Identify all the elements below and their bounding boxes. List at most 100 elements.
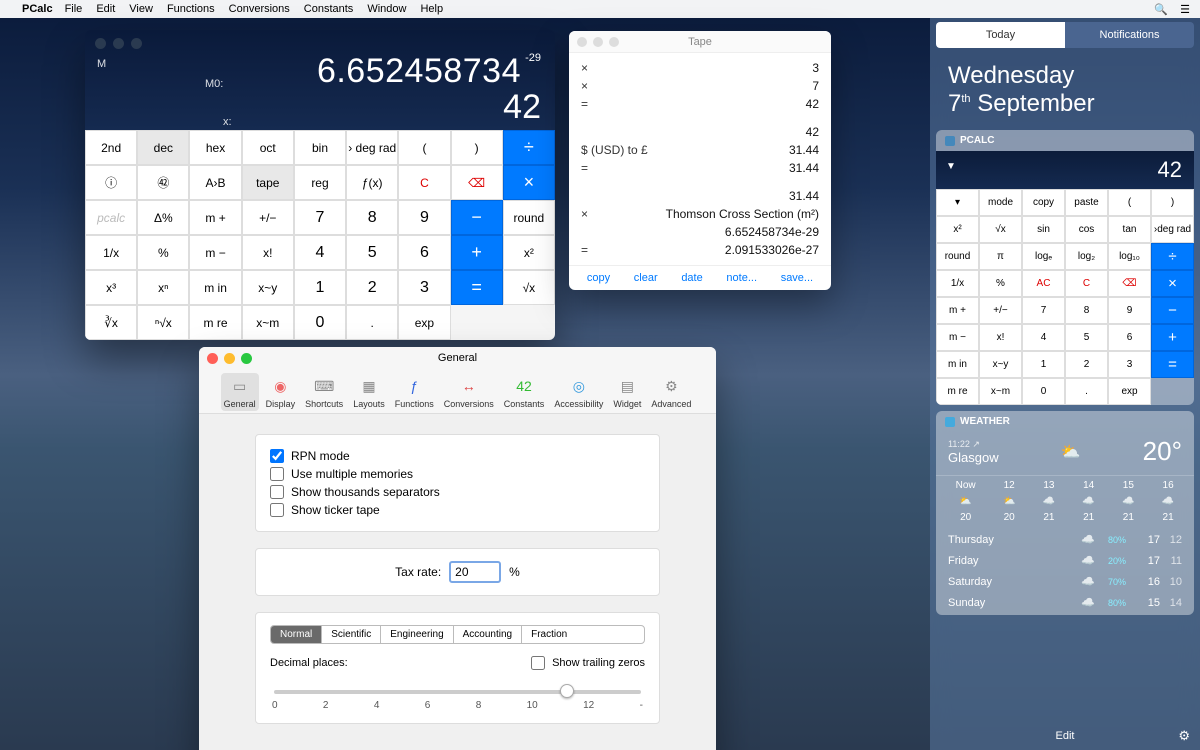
menu-window[interactable]: Window <box>367 3 406 15</box>
menu-constants[interactable]: Constants <box>304 3 354 15</box>
key-.[interactable]: . <box>346 305 398 340</box>
key-bin[interactable]: bin <box>294 130 346 165</box>
menu-file[interactable]: File <box>65 3 83 15</box>
key-2[interactable]: 2 <box>346 270 398 305</box>
key-› deg rad[interactable]: › deg rad <box>346 130 398 165</box>
menu-conversions[interactable]: Conversions <box>229 3 290 15</box>
key-%[interactable]: % <box>137 235 189 270</box>
mini-key-exp[interactable]: exp <box>1108 378 1151 405</box>
key-Δ%[interactable]: Δ% <box>137 200 189 235</box>
key-x~y[interactable]: x~y <box>242 270 294 305</box>
prefs-tab-general[interactable]: ▭General <box>221 373 259 411</box>
mini-key-1/x[interactable]: 1/x <box>936 270 979 297</box>
mini-key-√x[interactable]: √x <box>979 216 1022 243</box>
mini-key-tan[interactable]: tan <box>1108 216 1151 243</box>
mini-key-9[interactable]: 9 <box>1108 297 1151 324</box>
key-5[interactable]: 5 <box>346 235 398 270</box>
mini-key-copy[interactable]: copy <box>1022 189 1065 216</box>
notification-center-icon[interactable]: ☰ <box>1180 3 1190 16</box>
trailing-zeros-checkbox[interactable] <box>531 656 545 670</box>
key-x²[interactable]: x² <box>503 235 555 270</box>
mini-key-−[interactable]: − <box>1151 297 1194 324</box>
key-x~m[interactable]: x~m <box>242 305 294 340</box>
prefs-tab-constants[interactable]: 42Constants <box>501 373 548 411</box>
mini-key-x~m[interactable]: x~m <box>979 378 1022 405</box>
mini-key-mode[interactable]: mode <box>979 189 1022 216</box>
mini-key-3[interactable]: 3 <box>1108 351 1151 378</box>
mini-key-m −[interactable]: m − <box>936 324 979 351</box>
key-1/x[interactable]: 1/x <box>85 235 137 270</box>
key-x³[interactable]: x³ <box>85 270 137 305</box>
tab-notifications[interactable]: Notifications <box>1065 22 1194 48</box>
menu-edit[interactable]: Edit <box>96 3 115 15</box>
gear-icon[interactable]: ⚙ <box>1178 728 1190 744</box>
prefs-tab-accessibility[interactable]: ◎Accessibility <box>551 373 606 411</box>
key-7[interactable]: 7 <box>294 200 346 235</box>
mini-key-paste[interactable]: paste <box>1065 189 1108 216</box>
decimal-slider[interactable] <box>274 690 641 694</box>
mini-key-m in[interactable]: m in <box>936 351 979 378</box>
key-exp[interactable]: exp <box>398 305 450 340</box>
key-2nd[interactable]: 2nd <box>85 130 137 165</box>
mini-key-×[interactable]: × <box>1151 270 1194 297</box>
prefs-tab-widget[interactable]: ▤Widget <box>610 373 644 411</box>
key-÷[interactable]: ÷ <box>503 130 555 165</box>
prefs-tab-shortcuts[interactable]: ⌨Shortcuts <box>302 373 346 411</box>
checkbox-show-ticker-tape[interactable] <box>270 503 284 517</box>
key-m in[interactable]: m in <box>189 270 241 305</box>
tape-save[interactable]: save... <box>781 272 813 284</box>
spotlight-icon[interactable]: 🔍 <box>1154 3 1168 16</box>
key-oct[interactable]: oct <box>242 130 294 165</box>
menu-view[interactable]: View <box>129 3 153 15</box>
tax-input[interactable] <box>449 561 501 583</box>
menu-functions[interactable]: Functions <box>167 3 215 15</box>
mini-key-5[interactable]: 5 <box>1065 324 1108 351</box>
key-8[interactable]: 8 <box>346 200 398 235</box>
checkbox-rpn-mode[interactable] <box>270 449 284 463</box>
key-m re[interactable]: m re <box>189 305 241 340</box>
window-controls[interactable] <box>207 353 252 364</box>
window-controls[interactable] <box>577 37 619 47</box>
mini-key-=[interactable]: = <box>1151 351 1194 378</box>
key-hex[interactable]: hex <box>189 130 241 165</box>
prefs-tab-display[interactable]: ◉Display <box>263 373 299 411</box>
key-1[interactable]: 1 <box>294 270 346 305</box>
key-6[interactable]: 6 <box>398 235 450 270</box>
mini-key-⌫[interactable]: ⌫ <box>1108 270 1151 297</box>
key-㊷[interactable]: ㊷ <box>137 165 189 200</box>
key-ƒ(x)[interactable]: ƒ(x) <box>346 165 398 200</box>
format-accounting[interactable]: Accounting <box>454 626 522 643</box>
key-0[interactable]: 0 <box>294 305 346 340</box>
mini-key-▾[interactable]: ▾ <box>936 189 979 216</box>
mini-key-sin[interactable]: sin <box>1022 216 1065 243</box>
mini-key-8[interactable]: 8 <box>1065 297 1108 324</box>
menu-help[interactable]: Help <box>420 3 443 15</box>
checkbox-show-thousands-separators[interactable] <box>270 485 284 499</box>
mini-key-log₂[interactable]: log₂ <box>1065 243 1108 270</box>
slider-knob[interactable] <box>560 684 574 698</box>
format-scientific[interactable]: Scientific <box>322 626 381 643</box>
mini-key-.[interactable]: . <box>1065 378 1108 405</box>
prefs-tab-layouts[interactable]: ▦Layouts <box>350 373 388 411</box>
mini-key-2[interactable]: 2 <box>1065 351 1108 378</box>
window-controls[interactable] <box>95 38 142 49</box>
key-reg[interactable]: reg <box>294 165 346 200</box>
key-×[interactable]: × <box>503 165 555 200</box>
checkbox-use-multiple-memories[interactable] <box>270 467 284 481</box>
key-∛x[interactable]: ∛x <box>85 305 137 340</box>
prefs-tab-advanced[interactable]: ⚙Advanced <box>648 373 694 411</box>
key-4[interactable]: 4 <box>294 235 346 270</box>
mini-key-cos[interactable]: cos <box>1065 216 1108 243</box>
mini-key-AC[interactable]: AC <box>1022 270 1065 297</box>
mini-key-([interactable]: ( <box>1108 189 1151 216</box>
mini-key-0[interactable]: 0 <box>1022 378 1065 405</box>
key-A›B[interactable]: A›B <box>189 165 241 200</box>
key-−[interactable]: − <box>451 200 503 235</box>
key-round[interactable]: round <box>503 200 555 235</box>
tab-today[interactable]: Today <box>936 22 1065 48</box>
key-+/−[interactable]: +/− <box>242 200 294 235</box>
format-engineering[interactable]: Engineering <box>381 626 453 643</box>
mini-key-)[interactable]: ) <box>1151 189 1194 216</box>
key-m −[interactable]: m − <box>189 235 241 270</box>
key-9[interactable]: 9 <box>398 200 450 235</box>
